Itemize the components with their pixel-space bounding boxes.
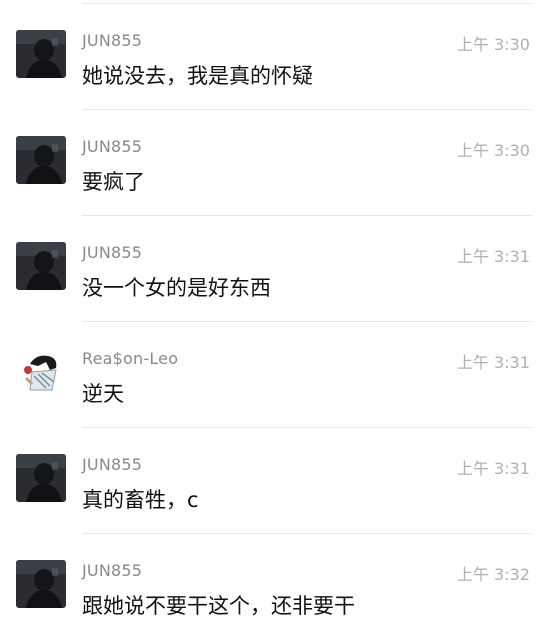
- timestamp: 上午 3:31: [456, 459, 530, 478]
- message-item[interactable]: JUN855 上午 3:30 要疯了: [0, 110, 550, 216]
- message-item[interactable]: JUN855 上午 3:31 没一个女的是好东西: [0, 216, 550, 322]
- dark-photo-avatar-icon: [16, 136, 66, 184]
- message-item[interactable]: JUN855 上午 3:31 真的畜牲，c: [0, 428, 550, 534]
- user-avatar[interactable]: [16, 136, 66, 184]
- timestamp: 上午 3:32: [456, 565, 530, 584]
- timestamp: 上午 3:30: [456, 35, 530, 54]
- dark-photo-avatar-icon: [16, 242, 66, 290]
- dark-photo-avatar-icon: [16, 454, 66, 502]
- username[interactable]: Rea$on-Leo: [82, 349, 178, 368]
- username[interactable]: JUN855: [82, 137, 142, 156]
- message-text: 没一个女的是好东西: [82, 276, 271, 300]
- message-text: 她说没去，我是真的怀疑: [82, 64, 313, 88]
- dark-photo-avatar-icon: [16, 560, 66, 608]
- username[interactable]: JUN855: [82, 561, 142, 580]
- message-text: 真的畜牲，c: [82, 488, 199, 512]
- user-avatar[interactable]: [16, 242, 66, 290]
- dark-photo-avatar-icon: [16, 30, 66, 78]
- username[interactable]: JUN855: [82, 31, 142, 50]
- timestamp: 上午 3:31: [456, 247, 530, 266]
- timestamp: 上午 3:31: [456, 353, 530, 372]
- message-item[interactable]: JUN855 上午 3:32 跟她说不要干这个，还非要干: [0, 534, 550, 620]
- user-avatar[interactable]: [16, 560, 66, 608]
- chat-message-list: JUN855 上午 3:30 她说没去，我是真的怀疑 JUN855 上午 3:3…: [0, 0, 550, 620]
- message-text: 跟她说不要干这个，还非要干: [82, 594, 355, 618]
- cartoon-avatar-icon: [16, 348, 66, 396]
- username[interactable]: JUN855: [82, 455, 142, 474]
- user-avatar[interactable]: [16, 454, 66, 502]
- message-item[interactable]: Rea$on-Leo 上午 3:31 逆天: [0, 322, 550, 428]
- user-avatar[interactable]: [16, 348, 66, 396]
- message-text: 逆天: [82, 382, 124, 406]
- username[interactable]: JUN855: [82, 243, 142, 262]
- message-item[interactable]: JUN855 上午 3:30 她说没去，我是真的怀疑: [0, 4, 550, 110]
- user-avatar[interactable]: [16, 30, 66, 78]
- message-text: 要疯了: [82, 170, 145, 194]
- timestamp: 上午 3:30: [456, 141, 530, 160]
